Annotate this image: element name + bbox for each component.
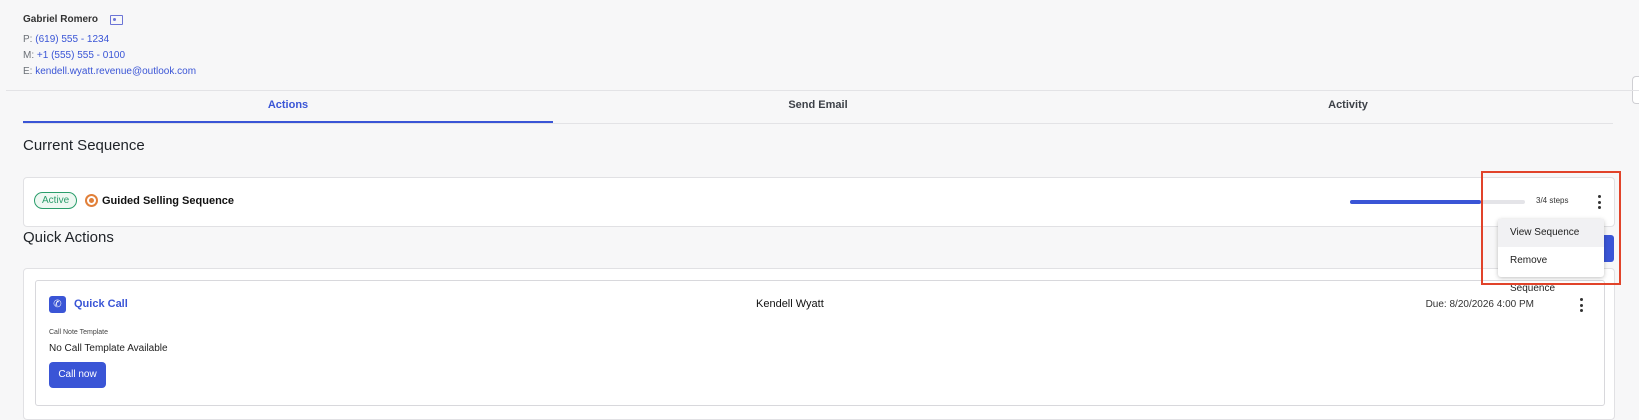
quick-actions-panel: ✆ Quick Call Kendell Wyatt Due: 8/20/202… [23, 268, 1615, 420]
email-label: E: [23, 66, 33, 77]
quick-actions-title: Quick Actions [23, 229, 114, 246]
mobile-label: M: [23, 50, 35, 61]
sequence-progress-fill [1350, 200, 1482, 204]
sequence-more-options-icon[interactable] [1593, 194, 1605, 210]
steps-count: 3/4 steps [1536, 196, 1569, 205]
status-badge: Active [34, 192, 78, 209]
current-sequence-title: Current Sequence [23, 137, 145, 154]
sequence-progress-bar [1350, 200, 1525, 204]
sequence-options-menu: View Sequence Remove Sequence [1498, 219, 1604, 294]
tab-send-email[interactable]: Send Email [553, 92, 1083, 123]
quick-call-card: ✆ Quick Call Kendell Wyatt Due: 8/20/202… [35, 280, 1605, 406]
phone-icon: ✆ [49, 296, 66, 313]
call-note-template-label: Call Note Template [49, 329, 109, 336]
phone-label: P: [23, 34, 33, 45]
action-contact-name: Kendell Wyatt [756, 298, 824, 310]
tab-activity[interactable]: Activity [1083, 92, 1613, 123]
contact-card-icon[interactable] [110, 14, 124, 25]
sequence-name[interactable]: Guided Selling Sequence [102, 195, 234, 207]
divider [6, 90, 1639, 91]
contact-info: Gabriel Romero P: (619) 555 - 1234 M: +1… [23, 14, 196, 77]
contact-name: Gabriel Romero [23, 14, 99, 25]
email-link[interactable]: kendell.wyatt.revenue@outlook.com [35, 66, 196, 77]
target-icon [85, 194, 98, 207]
menu-item-remove-sequence[interactable]: Remove Sequence [1498, 247, 1604, 303]
call-note-template-value: No Call Template Available [49, 343, 168, 354]
call-now-button[interactable]: Call now [49, 362, 106, 388]
mobile-link[interactable]: +1 (555) 555 - 0100 [37, 50, 125, 61]
tab-actions[interactable]: Actions [23, 92, 553, 123]
quick-call-title[interactable]: Quick Call [74, 298, 128, 310]
menu-item-view-sequence[interactable]: View Sequence [1498, 219, 1604, 247]
phone-link[interactable]: (619) 555 - 1234 [35, 34, 109, 45]
sequence-card: Active Guided Selling Sequence 3/4 steps [23, 177, 1615, 227]
tab-bar: Actions Send Email Activity [23, 92, 1613, 124]
